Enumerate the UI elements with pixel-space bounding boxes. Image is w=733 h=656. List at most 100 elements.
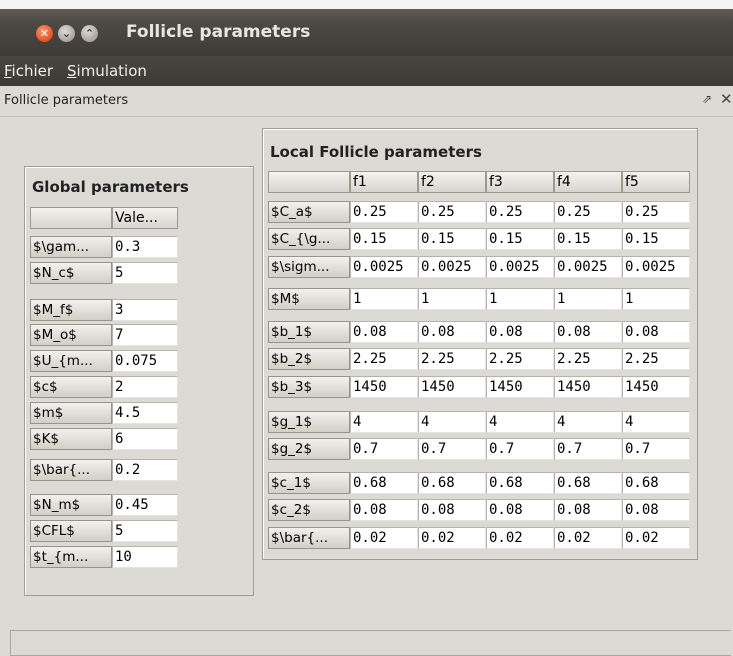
parameter-value-field[interactable]: 3 — [112, 299, 178, 321]
parameter-name[interactable]: $CFL$ — [30, 520, 112, 542]
parameter-value-field[interactable]: 0.2 — [112, 459, 178, 481]
menu-fichier[interactable]: Fichier — [4, 62, 53, 80]
local-value-field[interactable]: 1 — [622, 288, 690, 310]
local-value-field[interactable]: 2.25 — [486, 348, 554, 370]
local-value-field[interactable]: 0.25 — [486, 201, 554, 223]
local-value-field[interactable]: 0.0025 — [622, 256, 690, 278]
local-value-field[interactable]: 0.08 — [486, 321, 554, 343]
parameter-name[interactable]: $N_c$ — [30, 262, 112, 284]
local-value-field[interactable]: 0.15 — [418, 228, 486, 250]
local-value-field[interactable]: 0.68 — [350, 472, 418, 494]
local-value-field[interactable]: 0.08 — [350, 499, 418, 521]
parameter-value-field[interactable]: 0.3 — [112, 236, 178, 258]
local-value-field[interactable]: 1 — [350, 288, 418, 310]
local-value-field[interactable]: 0.08 — [418, 499, 486, 521]
local-value-field[interactable]: 0.0025 — [418, 256, 486, 278]
local-parameter-name[interactable]: $C_{\g... — [268, 228, 350, 250]
local-value-field[interactable]: 0.02 — [622, 527, 690, 549]
value-column-header[interactable]: Vale... — [112, 207, 178, 229]
minimize-window-button[interactable]: ⌄ — [58, 25, 75, 42]
local-value-field[interactable]: 1 — [418, 288, 486, 310]
column-header-f5[interactable]: f5 — [622, 171, 690, 193]
local-value-field[interactable]: 0.08 — [622, 499, 690, 521]
local-value-field[interactable]: 1 — [486, 288, 554, 310]
local-value-field[interactable]: 0.7 — [418, 438, 486, 460]
local-parameter-name[interactable]: $c_1$ — [268, 472, 350, 494]
local-value-field[interactable]: 0.0025 — [350, 256, 418, 278]
local-value-field[interactable]: 1450 — [554, 376, 622, 398]
parameter-name[interactable]: $\gam... — [30, 236, 112, 258]
local-parameter-name[interactable]: $C_a$ — [268, 201, 350, 223]
local-value-field[interactable]: 1 — [554, 288, 622, 310]
maximize-window-button[interactable]: ⌃ — [81, 25, 98, 42]
local-value-field[interactable]: 0.25 — [418, 201, 486, 223]
local-value-field[interactable]: 0.0025 — [486, 256, 554, 278]
local-value-field[interactable]: 0.08 — [554, 321, 622, 343]
local-value-field[interactable]: 0.08 — [350, 321, 418, 343]
local-value-field[interactable]: 0.02 — [418, 527, 486, 549]
parameter-value-field[interactable]: 6 — [112, 428, 178, 450]
parameter-name[interactable]: $t_{m... — [30, 546, 112, 568]
local-parameter-name[interactable]: $b_2$ — [268, 348, 350, 370]
local-value-field[interactable]: 1450 — [418, 376, 486, 398]
column-header-f1[interactable]: f1 — [350, 171, 418, 193]
local-value-field[interactable]: 0.68 — [554, 472, 622, 494]
parameter-value-field[interactable]: 0.45 — [112, 494, 178, 516]
menu-simulation[interactable]: Simulation — [67, 62, 147, 80]
local-value-field[interactable]: 4 — [486, 411, 554, 433]
local-value-field[interactable]: 0.15 — [622, 228, 690, 250]
local-value-field[interactable]: 0.0025 — [554, 256, 622, 278]
local-parameter-name[interactable]: $b_1$ — [268, 321, 350, 343]
local-value-field[interactable]: 4 — [622, 411, 690, 433]
parameter-value-field[interactable]: 5 — [112, 520, 178, 542]
parameter-value-field[interactable]: 2 — [112, 376, 178, 398]
window-titlebar[interactable]: ✕ ⌄ ⌃ Follicle parameters — [0, 0, 733, 56]
local-parameter-name[interactable]: $\sigm... — [268, 256, 350, 278]
column-header-f3[interactable]: f3 — [486, 171, 554, 193]
local-value-field[interactable]: 0.7 — [554, 438, 622, 460]
local-parameter-name[interactable]: $\bar{... — [268, 527, 350, 549]
local-value-field[interactable]: 2.25 — [622, 348, 690, 370]
parameter-value-field[interactable]: 5 — [112, 262, 178, 284]
local-value-field[interactable]: 0.68 — [622, 472, 690, 494]
local-value-field[interactable]: 0.15 — [350, 228, 418, 250]
local-value-field[interactable]: 0.08 — [486, 499, 554, 521]
local-value-field[interactable]: 1450 — [486, 376, 554, 398]
close-window-button[interactable]: ✕ — [36, 25, 53, 42]
local-value-field[interactable]: 0.25 — [554, 201, 622, 223]
local-parameter-name[interactable]: $M$ — [268, 288, 350, 310]
local-value-field[interactable]: 0.02 — [554, 527, 622, 549]
local-value-field[interactable]: 0.68 — [418, 472, 486, 494]
column-header-f2[interactable]: f2 — [418, 171, 486, 193]
local-value-field[interactable]: 0.7 — [486, 438, 554, 460]
parameter-name[interactable]: $c$ — [30, 376, 112, 398]
local-value-field[interactable]: 2.25 — [418, 348, 486, 370]
parameter-name[interactable]: $M_o$ — [30, 324, 112, 346]
parameter-name[interactable]: $m$ — [30, 402, 112, 424]
local-value-field[interactable]: 0.02 — [350, 527, 418, 549]
local-value-field[interactable]: 0.25 — [622, 201, 690, 223]
local-value-field[interactable]: 0.15 — [486, 228, 554, 250]
local-parameter-name[interactable]: $g_2$ — [268, 438, 350, 460]
parameter-value-field[interactable]: 4.5 — [112, 402, 178, 424]
local-value-field[interactable]: 0.08 — [622, 321, 690, 343]
parameter-value-field[interactable]: 7 — [112, 324, 178, 346]
pin-icon[interactable]: ⇗ — [702, 92, 712, 106]
internal-frame-titlebar[interactable]: Follicle parameters ⇗ ✕ — [0, 86, 733, 117]
parameter-name[interactable]: $U_{m... — [30, 350, 112, 372]
local-value-field[interactable]: 0.02 — [486, 527, 554, 549]
parameter-name[interactable]: $K$ — [30, 428, 112, 450]
local-value-field[interactable]: 4 — [350, 411, 418, 433]
local-parameter-name[interactable]: $c_2$ — [268, 499, 350, 521]
local-parameter-name[interactable]: $b_3$ — [268, 376, 350, 398]
parameter-value-field[interactable]: 10 — [112, 546, 178, 568]
local-value-field[interactable]: 2.25 — [554, 348, 622, 370]
parameter-name[interactable]: $N_m$ — [30, 494, 112, 516]
column-header-f4[interactable]: f4 — [554, 171, 622, 193]
local-value-field[interactable]: 4 — [554, 411, 622, 433]
local-value-field[interactable]: 1450 — [350, 376, 418, 398]
parameter-value-field[interactable]: 0.075 — [112, 350, 178, 372]
local-value-field[interactable]: 1450 — [622, 376, 690, 398]
local-parameter-name[interactable]: $g_1$ — [268, 411, 350, 433]
local-value-field[interactable]: 0.68 — [486, 472, 554, 494]
